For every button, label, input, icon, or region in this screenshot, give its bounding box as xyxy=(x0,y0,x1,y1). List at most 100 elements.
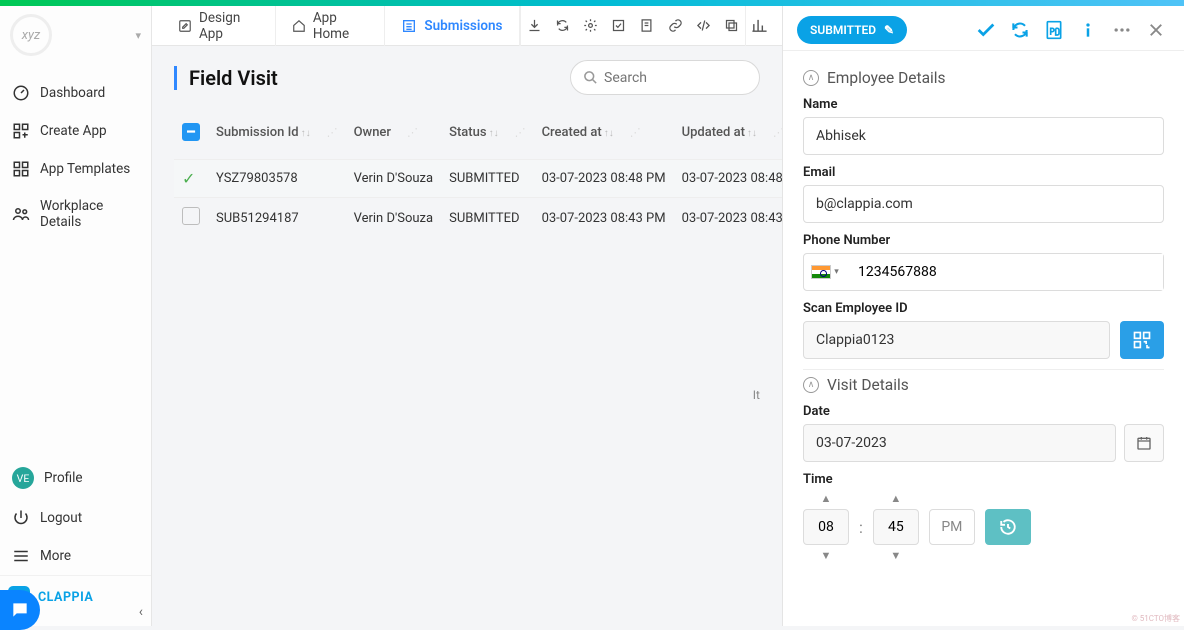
people-icon xyxy=(12,205,30,223)
col-created-at[interactable]: Created at↑↓⋰ xyxy=(534,111,674,160)
sidebar-item-app-templates[interactable]: App Templates xyxy=(0,150,151,188)
sidebar-item-logout[interactable]: Logout xyxy=(0,499,151,537)
col-updated-at[interactable]: Updated at↑↓⋰ xyxy=(674,111,782,160)
label-time: Time xyxy=(803,472,1164,487)
search-icon xyxy=(583,70,598,85)
flag-india-icon xyxy=(811,265,831,279)
refresh-icon xyxy=(1010,20,1030,40)
main-content: Design App App Home Submissions Field Vi… xyxy=(152,6,782,626)
menu-icon xyxy=(12,547,30,565)
close-panel-button[interactable] xyxy=(1142,16,1170,44)
email-field[interactable] xyxy=(803,185,1164,223)
hour-up-button[interactable]: ▲ xyxy=(821,492,832,505)
refresh-icon xyxy=(555,18,570,33)
scan-qr-button[interactable] xyxy=(1120,321,1164,359)
minute-down-button[interactable]: ▼ xyxy=(890,549,901,562)
check-box-icon xyxy=(611,18,626,33)
label-email: Email xyxy=(803,165,1164,180)
collapse-sidebar-button[interactable]: ‹ xyxy=(139,604,143,620)
pdf-button[interactable] xyxy=(1040,16,1068,44)
analytics-button[interactable] xyxy=(746,6,774,46)
collapse-icon: ∧ xyxy=(803,377,819,393)
sidebar-item-label: Workplace Details xyxy=(40,198,139,230)
calendar-button[interactable] xyxy=(1124,424,1164,462)
items-count-label: It xyxy=(174,388,760,402)
more-button[interactable] xyxy=(1108,16,1136,44)
sidebar-item-label: Create App xyxy=(40,123,107,139)
col-status[interactable]: Status↑↓⋰ xyxy=(441,111,533,160)
home-icon xyxy=(292,18,306,34)
info-button[interactable] xyxy=(1074,16,1102,44)
document-icon xyxy=(639,18,654,33)
section-visit-details[interactable]: ∧ Visit Details xyxy=(803,376,1164,394)
time-reset-button[interactable] xyxy=(985,509,1031,545)
label-date: Date xyxy=(803,404,1164,419)
link-icon xyxy=(668,18,683,33)
label-scan-empid: Scan Employee ID xyxy=(803,301,1164,316)
sidebar-item-workplace-details[interactable]: Workplace Details xyxy=(0,188,151,240)
document-tool-button[interactable] xyxy=(633,6,661,46)
page-title: Field Visit xyxy=(189,66,278,90)
sidebar-item-label: More xyxy=(40,548,71,564)
brand-text: CLAPPIA xyxy=(38,590,93,605)
sidebar-item-label: App Templates xyxy=(40,161,130,177)
search-box[interactable] xyxy=(570,60,760,95)
name-field[interactable] xyxy=(803,117,1164,155)
refresh-panel-button[interactable] xyxy=(1006,16,1034,44)
code-icon xyxy=(696,18,711,33)
select-all-checkbox[interactable]: ━ xyxy=(182,123,200,141)
section-employee-details[interactable]: ∧ Employee Details xyxy=(803,69,1164,87)
checkbox-tool-button[interactable] xyxy=(604,6,632,46)
country-flag-picker[interactable]: ▾ xyxy=(804,265,846,279)
search-input[interactable] xyxy=(604,70,747,86)
settings-button[interactable] xyxy=(576,6,604,46)
hour-field[interactable]: 08 xyxy=(803,509,849,545)
tab-app-home[interactable]: App Home xyxy=(276,6,386,46)
approve-button[interactable] xyxy=(972,16,1000,44)
gauge-icon xyxy=(12,84,30,102)
employee-id-field: Clappia0123 xyxy=(803,321,1110,359)
sidebar-item-create-app[interactable]: Create App xyxy=(0,112,151,150)
refresh-button[interactable] xyxy=(548,6,576,46)
sidebar-item-dashboard[interactable]: Dashboard xyxy=(0,74,151,112)
info-icon xyxy=(1078,20,1098,40)
hour-down-button[interactable]: ▼ xyxy=(821,549,832,562)
collapse-icon: ∧ xyxy=(803,70,819,86)
table-row[interactable]: SUB51294187 Verin D'Souza SUBMITTED 03-0… xyxy=(174,198,782,239)
sidebar-item-more[interactable]: More xyxy=(0,537,151,575)
sidebar-item-profile[interactable]: VE Profile xyxy=(0,457,151,499)
plus-grid-icon xyxy=(12,122,30,140)
date-field[interactable]: 03-07-2023 xyxy=(803,424,1116,462)
tab-design-app[interactable]: Design App xyxy=(162,6,276,46)
row-checkbox[interactable] xyxy=(182,207,200,225)
phone-input[interactable] xyxy=(846,254,1163,290)
ampm-toggle[interactable]: PM xyxy=(929,509,975,545)
workspace-logo: xyz xyxy=(10,14,52,56)
col-owner[interactable]: Owner⋰ xyxy=(346,111,442,160)
minute-field[interactable]: 45 xyxy=(873,509,919,545)
edit-icon: ✎ xyxy=(884,23,894,37)
chart-icon xyxy=(751,17,768,34)
chevron-down-icon: ▾ xyxy=(135,29,141,42)
check-icon xyxy=(975,19,997,41)
table-row[interactable]: ✓ YSZ79803578 Verin D'Souza SUBMITTED 03… xyxy=(174,160,782,198)
workspace-switcher[interactable]: xyz ▾ xyxy=(0,6,151,74)
status-pill[interactable]: SUBMITTED ✎ xyxy=(797,16,907,44)
detail-panel: SUBMITTED ✎ ∧ Employee Details Name Emai… xyxy=(782,6,1184,626)
calendar-icon xyxy=(1136,435,1152,451)
download-button[interactable] xyxy=(520,6,548,46)
chat-bubble-button[interactable] xyxy=(0,590,40,630)
minute-up-button[interactable]: ▲ xyxy=(890,492,901,505)
label-name: Name xyxy=(803,97,1164,112)
link-tool-button[interactable] xyxy=(661,6,689,46)
copy-tool-button[interactable] xyxy=(717,6,745,46)
sidebar-item-label: Profile xyxy=(44,470,83,486)
time-separator: : xyxy=(859,518,863,537)
embed-tool-button[interactable] xyxy=(689,6,717,46)
tab-submissions[interactable]: Submissions xyxy=(385,6,519,46)
top-toolbar: Design App App Home Submissions xyxy=(152,6,782,46)
watermark: © 51CTO博客 xyxy=(1131,613,1180,624)
phone-field[interactable]: ▾ xyxy=(803,253,1164,291)
col-submission-id[interactable]: Submission Id↑↓⋰ xyxy=(208,111,346,160)
row-selected-check-icon[interactable]: ✓ xyxy=(182,169,195,188)
